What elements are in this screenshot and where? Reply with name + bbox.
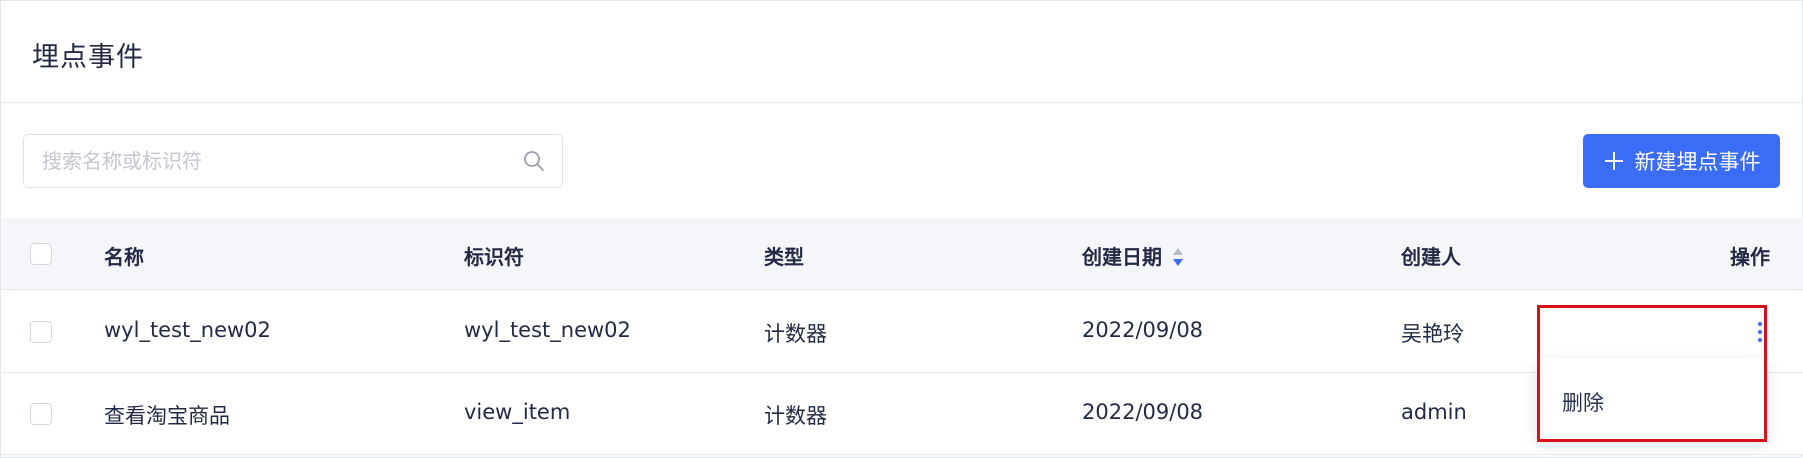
table-row: wyl_test_new02 wyl_test_new02 计数器 2022/0… (1, 291, 1803, 373)
table-header: 名称 标识符 类型 创建日期 创建人 操作 (1, 218, 1803, 290)
new-event-button-label: 新建埋点事件 (1634, 150, 1761, 174)
table-row: 查看淘宝商品 view_item 计数器 2022/09/08 admin (1, 373, 1803, 455)
row-checkbox[interactable] (30, 403, 52, 425)
divider (1, 102, 1803, 103)
cell-identifier: wyl_test_new02 (464, 318, 631, 342)
column-header-creator: 创建人 (1401, 245, 1461, 269)
action-dropdown-menu: 删除 (1537, 359, 1767, 441)
cell-name: wyl_test_new02 (104, 318, 271, 342)
cell-identifier: view_item (464, 400, 571, 424)
cell-creator: 吴艳玲 (1401, 322, 1464, 346)
search-icon[interactable] (522, 149, 546, 173)
cell-creator: admin (1401, 400, 1467, 424)
search-box[interactable] (23, 134, 563, 188)
cell-type: 计数器 (764, 322, 827, 346)
column-header-name: 名称 (104, 245, 144, 269)
column-header-identifier: 标识符 (464, 245, 524, 269)
column-header-type: 类型 (764, 245, 804, 269)
search-input[interactable] (42, 135, 512, 187)
new-event-button[interactable]: 新建埋点事件 (1583, 134, 1780, 188)
column-header-created-date-label: 创建日期 (1082, 245, 1162, 269)
plus-icon (1603, 150, 1625, 172)
events-panel: 埋点事件 新建埋点事件 名称 标识符 类型 创建日期 (0, 0, 1803, 458)
cell-name: 查看淘宝商品 (104, 404, 230, 428)
cell-created-date: 2022/09/08 (1082, 318, 1204, 342)
sort-icon[interactable] (1172, 247, 1184, 267)
row-checkbox[interactable] (30, 321, 52, 343)
column-header-created-date[interactable]: 创建日期 (1082, 241, 1184, 270)
column-header-actions: 操作 (1730, 245, 1770, 269)
select-all-checkbox[interactable] (30, 243, 52, 265)
cell-created-date: 2022/09/08 (1082, 400, 1204, 424)
delete-menu-item[interactable]: 删除 (1562, 387, 1604, 417)
page-title: 埋点事件 (32, 42, 144, 73)
cell-type: 计数器 (764, 404, 827, 428)
more-vertical-icon[interactable] (1756, 320, 1764, 344)
